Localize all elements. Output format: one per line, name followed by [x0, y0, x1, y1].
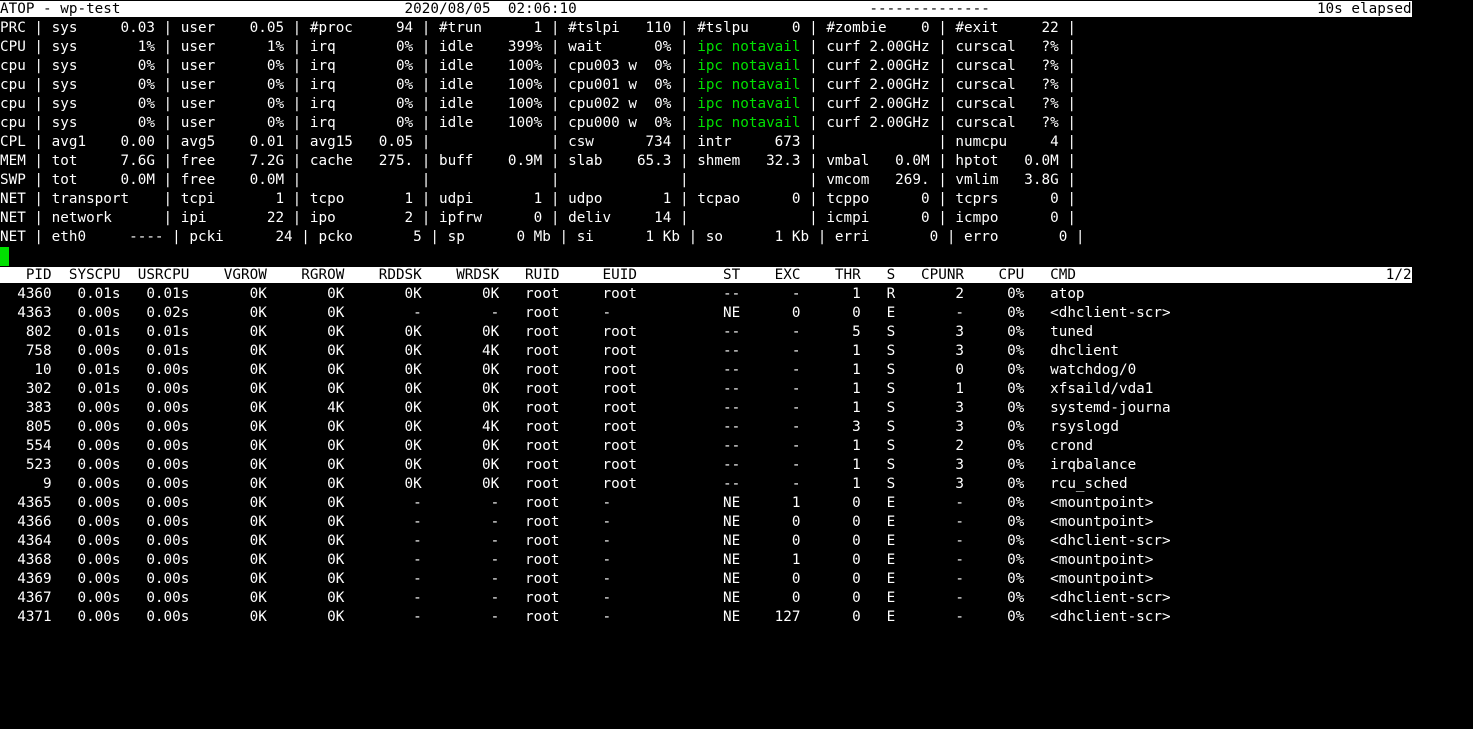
process-row: 4364 0.00s 0.00s 0K 0K - - root - NE 0 0… — [0, 533, 1412, 549]
process-row: 554 0.00s 0.00s 0K 0K 0K 0K root root --… — [0, 438, 1412, 454]
process-row: 4368 0.00s 0.00s 0K 0K - - root - NE 1 0… — [0, 552, 1412, 568]
sys-row: cpu | sys 0% | user 0% | irq 0% | idle 1… — [0, 58, 1412, 74]
process-row: 4366 0.00s 0.00s 0K 0K - - root - NE 0 0… — [0, 514, 1412, 530]
sys-row: NET | transport | tcpi 1 | tcpo 1 | udpi… — [0, 191, 1412, 207]
sys-row: cpu | sys 0% | user 0% | irq 0% | idle 1… — [0, 96, 1412, 112]
process-row: 10 0.01s 0.00s 0K 0K 0K 0K root root -- … — [0, 362, 1412, 378]
title-bar: ATOP - wp-test 2020/08/05 02:06:10 -----… — [0, 1, 1412, 17]
sys-row: MEM | tot 7.6G | free 7.2G | cache 275. … — [0, 153, 1412, 169]
process-row: 523 0.00s 0.00s 0K 0K 0K 0K root root --… — [0, 457, 1412, 473]
process-row: 4363 0.00s 0.02s 0K 0K - - root - NE 0 0… — [0, 305, 1412, 321]
sys-row: cpu | sys 0% | user 0% | irq 0% | idle 1… — [0, 77, 1412, 93]
sys-row: NET | network | ipi 22 | ipo 2 | ipfrw 0… — [0, 210, 1412, 226]
process-row: 4371 0.00s 0.00s 0K 0K - - root - NE 127… — [0, 609, 1412, 625]
process-row: 802 0.01s 0.01s 0K 0K 0K 0K root root --… — [0, 324, 1412, 340]
sys-row: cpu | sys 0% | user 0% | irq 0% | idle 1… — [0, 115, 1412, 131]
atop-terminal: ATOP - wp-test 2020/08/05 02:06:10 -----… — [0, 0, 1473, 627]
process-row: 4365 0.00s 0.00s 0K 0K - - root - NE 1 0… — [0, 495, 1412, 511]
process-header: PID SYSCPU USRCPU VGROW RGROW RDDSK WRDS… — [0, 267, 1412, 283]
sys-row: SWP | tot 0.0M | free 0.0M | | | | | vmc… — [0, 172, 1412, 188]
process-row: 4360 0.01s 0.01s 0K 0K 0K 0K root root -… — [0, 286, 1412, 302]
sys-row: NET | eth0 ---- | pcki 24 | pcko 5 | sp … — [0, 229, 1412, 245]
sys-row: CPU | sys 1% | user 1% | irq 0% | idle 3… — [0, 39, 1412, 55]
sys-row: PRC | sys 0.03 | user 0.05 | #proc 94 | … — [0, 20, 1412, 36]
cursor-icon — [0, 247, 9, 266]
process-row: 302 0.01s 0.00s 0K 0K 0K 0K root root --… — [0, 381, 1412, 397]
sys-row: CPL | avg1 0.00 | avg5 0.01 | avg15 0.05… — [0, 134, 1412, 150]
process-row: 805 0.00s 0.00s 0K 0K 0K 4K root root --… — [0, 419, 1412, 435]
process-row: 758 0.00s 0.01s 0K 0K 0K 4K root root --… — [0, 343, 1412, 359]
process-row: 4369 0.00s 0.00s 0K 0K - - root - NE 0 0… — [0, 571, 1412, 587]
process-row: 9 0.00s 0.00s 0K 0K 0K 0K root root -- -… — [0, 476, 1412, 492]
process-row: 383 0.00s 0.00s 0K 4K 0K 0K root root --… — [0, 400, 1412, 416]
process-row: 4367 0.00s 0.00s 0K 0K - - root - NE 0 0… — [0, 590, 1412, 606]
